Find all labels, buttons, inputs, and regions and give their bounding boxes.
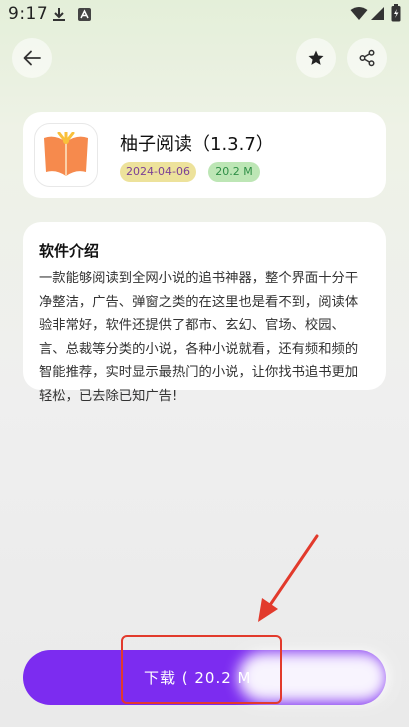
app-notification-icon <box>78 8 91 21</box>
share-button[interactable] <box>347 38 387 78</box>
star-icon <box>308 50 324 65</box>
status-time: 9:17 <box>8 4 49 24</box>
status-bar: 9:17 <box>0 0 409 28</box>
intro-description: 一款能够阅读到全网小说的追书神器，整个界面十分干 净整洁，广告、弹窗之类的在这里… <box>39 267 375 408</box>
release-date-badge: 2024-04-06 <box>120 162 196 182</box>
open-book-icon <box>44 132 88 176</box>
app-icon <box>34 123 98 187</box>
file-size-badge: 20.2 M <box>208 162 260 182</box>
intro-line: 一款能够阅读到全网小说的追书神器，整个界面十分干 <box>39 271 359 286</box>
wifi-icon <box>350 7 368 20</box>
back-button[interactable] <box>12 38 52 78</box>
annotation-highlight-box <box>121 635 282 704</box>
intro-title: 软件介绍 <box>39 242 100 260</box>
intro-line: 验非常好，软件还提供了都市、玄幻、官场、校园、 <box>39 318 345 333</box>
share-icon <box>359 49 375 67</box>
intro-line: 轻松，已去除已知广告! <box>39 388 178 404</box>
favorite-button[interactable] <box>296 38 336 78</box>
app-name: 柚子阅读（1.3.7） <box>120 134 274 155</box>
intro-line: 言、总裁等分类的小说，各种小说就看，还有频和频的 <box>39 341 359 357</box>
intro-line: 净整洁，广告、弹窗之类的在这里也是看不到，阅读体 <box>39 294 359 310</box>
signal-icon <box>371 7 384 20</box>
download-status-icon <box>53 8 65 21</box>
battery-icon <box>391 4 401 22</box>
intro-line: 智能推荐，实时显示最热门的小说，让你找书追书更加 <box>39 365 359 380</box>
intro-card: 软件介绍 一款能够阅读到全网小说的追书神器，整个界面十分干 净整洁，广告、弹窗之… <box>23 222 386 404</box>
arrow-left-icon <box>23 50 41 66</box>
app-info-card: 柚子阅读（1.3.7） 2024-04-06 20.2 M <box>23 112 386 198</box>
